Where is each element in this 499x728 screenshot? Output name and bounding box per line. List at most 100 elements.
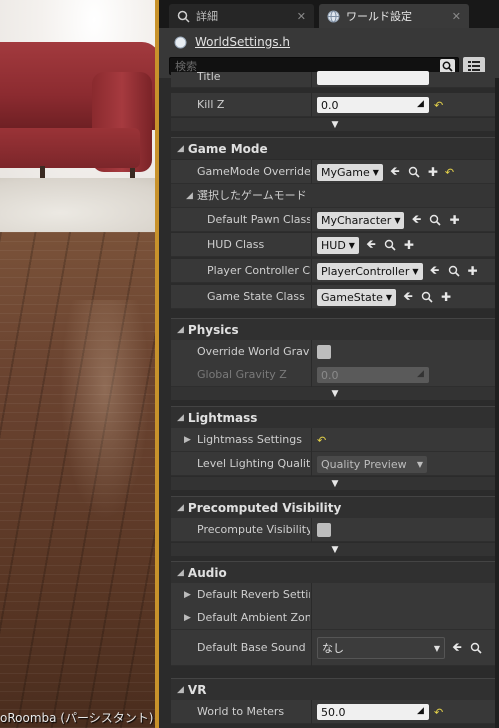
gravity-number-field: 0.0 ◢ xyxy=(317,367,429,383)
category-game-mode[interactable]: ◢ Game Mode xyxy=(171,137,499,159)
property-label: Player Controller Cla xyxy=(207,264,310,277)
chevron-down-icon: ▼ xyxy=(433,643,440,653)
category-title: Game Mode xyxy=(187,141,268,156)
use-selected-arrow-icon[interactable]: 🡸 xyxy=(409,212,423,227)
sofa-cushion xyxy=(0,128,140,168)
browse-search-icon[interactable] xyxy=(407,165,421,179)
category-audio[interactable]: ◢ Audio xyxy=(171,561,499,583)
add-plus-icon[interactable]: ✚ xyxy=(426,165,440,179)
property-row-override-gravity: Override World Gravity xyxy=(171,340,499,364)
category-physics[interactable]: ◢ Physics xyxy=(171,318,499,340)
property-row-default-reverb[interactable]: ▶ Default Reverb Setting xyxy=(171,583,499,607)
drag-handle-icon: ◢ xyxy=(417,369,424,379)
chevron-down-icon: ▼ xyxy=(412,266,419,276)
chevron-down-icon: ▼ xyxy=(331,478,339,489)
property-row-hud-class: HUD Class HUD ▼ 🡸 ✚ xyxy=(171,233,499,257)
reset-to-default-icon[interactable]: ↶ xyxy=(445,166,454,179)
player-controller-dropdown[interactable]: PlayerController ▼ xyxy=(317,262,423,280)
property-row-lightmass-settings[interactable]: ▶ Lightmass Settings ↶ xyxy=(171,428,499,452)
object-name-link[interactable]: WorldSettings.h xyxy=(195,35,290,49)
use-selected-arrow-icon[interactable]: 🡸 xyxy=(450,640,464,655)
chevron-down-icon: ▼ xyxy=(416,459,423,469)
add-plus-icon[interactable]: ✚ xyxy=(466,264,480,278)
browse-search-icon[interactable] xyxy=(383,238,397,252)
use-selected-arrow-icon[interactable]: 🡸 xyxy=(388,164,402,179)
collapse-triangle-icon: ◢ xyxy=(186,191,193,201)
property-label: World to Meters xyxy=(197,705,285,718)
chevron-down-icon: ▼ xyxy=(331,544,339,555)
world-to-meters-number-field[interactable]: 50.0 ◢ xyxy=(317,704,429,720)
gravity-value: 0.0 xyxy=(321,368,339,382)
collapse-triangle-icon: ◢ xyxy=(177,324,184,335)
use-selected-arrow-icon[interactable]: 🡸 xyxy=(401,289,415,304)
add-plus-icon[interactable]: ✚ xyxy=(402,238,416,252)
property-row-default-ambient[interactable]: ▶ Default Ambient Zone xyxy=(171,606,499,630)
close-icon[interactable]: ✕ xyxy=(297,10,306,23)
close-icon[interactable]: ✕ xyxy=(452,10,461,23)
use-selected-arrow-icon[interactable]: 🡸 xyxy=(364,237,378,252)
drag-handle-icon[interactable]: ◢ xyxy=(417,100,426,109)
property-row-precompute-visibility: Precompute Visibility xyxy=(171,518,499,542)
add-plus-icon[interactable]: ✚ xyxy=(439,290,453,304)
property-label: Title xyxy=(197,72,221,83)
collapse-triangle-icon: ◢ xyxy=(177,567,184,578)
browse-search-icon[interactable] xyxy=(428,213,442,227)
viewport-level-label: oRoomba (パーシスタント) xyxy=(0,711,154,725)
killz-number-field[interactable]: 0.0 ◢ xyxy=(317,97,429,113)
panel-scrollbar[interactable] xyxy=(495,78,499,728)
browse-search-icon[interactable] xyxy=(420,290,434,304)
property-row-selected-gamemode[interactable]: ◢ 選択したゲームモード xyxy=(171,184,499,208)
category-precomputed-visibility[interactable]: ◢ Precomputed Visibility xyxy=(171,496,499,518)
add-plus-icon[interactable]: ✚ xyxy=(447,213,461,227)
property-label: Precompute Visibility xyxy=(197,523,310,536)
property-row-world-to-meters: World to Meters 50.0 ◢ ↶ xyxy=(171,700,499,724)
level-viewport[interactable]: oRoomba (パーシスタント) xyxy=(0,0,157,728)
property-label: Default Pawn Class xyxy=(207,213,310,226)
title-text-field[interactable] xyxy=(317,71,429,85)
chevron-down-icon: ▼ xyxy=(372,167,379,177)
world-settings-panel: 詳細 ✕ ワールド設定 ✕ WorldSettings.h 検索 Title K… xyxy=(159,0,499,728)
advanced-expander[interactable]: ▼ xyxy=(171,477,499,490)
property-row-default-pawn: Default Pawn Class MyCharacter ▼ 🡸 ✚ xyxy=(171,208,499,232)
property-label: Override World Gravity xyxy=(197,345,310,358)
reset-to-default-icon[interactable]: ↶ xyxy=(434,99,443,112)
tab-world-settings[interactable]: ワールド設定 ✕ xyxy=(319,4,469,28)
category-lightmass[interactable]: ◢ Lightmass xyxy=(171,406,499,428)
reset-to-default-icon[interactable]: ↶ xyxy=(317,434,326,447)
property-row-global-gravity: Global Gravity Z 0.0 ◢ xyxy=(171,363,499,387)
property-label: 選択したゲームモード xyxy=(197,189,307,202)
hud-value: HUD xyxy=(321,238,346,252)
gamemode-dropdown[interactable]: MyGame ▼ xyxy=(317,163,383,181)
reset-to-default-icon[interactable]: ↶ xyxy=(434,706,443,719)
object-header: WorldSettings.h xyxy=(159,28,499,56)
game-state-dropdown[interactable]: GameState ▼ xyxy=(317,288,397,306)
use-selected-arrow-icon[interactable]: 🡸 xyxy=(428,263,442,278)
browse-search-icon[interactable] xyxy=(447,264,461,278)
property-label: GameMode Override xyxy=(197,165,310,178)
category-vr[interactable]: ◢ VR xyxy=(171,678,499,700)
collapse-triangle-icon: ◢ xyxy=(177,143,184,154)
base-sound-mix-dropdown[interactable]: なし ▼ xyxy=(317,637,445,659)
property-row-gamemode-override: GameMode Override MyGame ▼ 🡸 ✚ ↶ xyxy=(171,160,499,184)
drag-handle-icon[interactable]: ◢ xyxy=(417,707,426,716)
hud-dropdown[interactable]: HUD ▼ xyxy=(317,236,359,254)
expand-triangle-icon: ▶ xyxy=(184,613,191,623)
lighting-quality-dropdown[interactable]: Quality Preview ▼ xyxy=(317,455,427,473)
advanced-expander[interactable]: ▼ xyxy=(171,543,499,556)
game-state-value: GameState xyxy=(321,290,383,304)
tab-details-label: 詳細 xyxy=(196,10,218,23)
advanced-expander[interactable]: ▼ xyxy=(171,387,499,400)
override-gravity-checkbox[interactable] xyxy=(317,345,331,359)
browse-search-icon[interactable] xyxy=(469,641,483,655)
property-row-title: Title xyxy=(171,71,499,88)
advanced-expander[interactable]: ▼ xyxy=(171,118,499,131)
expand-triangle-icon: ▶ xyxy=(184,590,191,600)
tab-details[interactable]: 詳細 ✕ xyxy=(169,4,314,28)
property-label: Level Lighting Quality xyxy=(197,457,310,470)
list-view-icon xyxy=(468,61,480,71)
property-label: Default Base Sound Mi xyxy=(197,641,310,654)
property-row-lighting-quality: Level Lighting Quality Quality Preview ▼ xyxy=(171,452,499,476)
pawn-dropdown[interactable]: MyCharacter ▼ xyxy=(317,211,405,229)
property-label: Default Reverb Setting xyxy=(197,588,310,601)
precompute-visibility-checkbox[interactable] xyxy=(317,523,331,537)
